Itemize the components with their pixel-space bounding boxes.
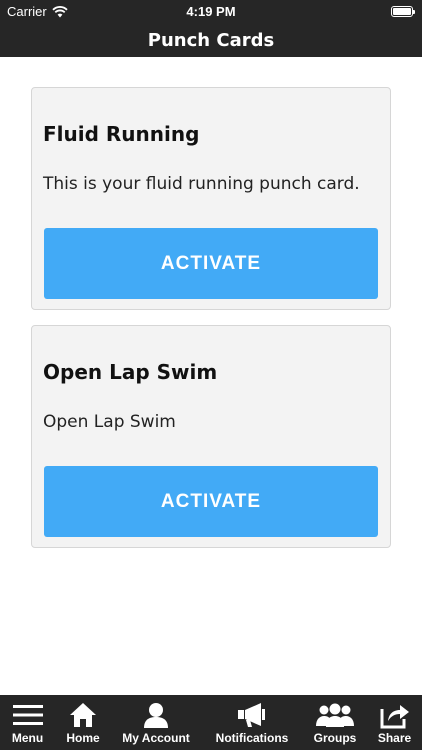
user-icon <box>142 701 170 729</box>
status-bar: Carrier 4:19 PM <box>0 0 422 24</box>
tab-label: Notifications <box>215 731 289 745</box>
tab-menu[interactable]: Menu <box>0 695 55 750</box>
battery-icon <box>391 6 415 17</box>
tab-label: Groups <box>313 731 357 745</box>
menu-icon <box>12 701 44 729</box>
tab-label: Share <box>377 731 412 745</box>
page-title: Punch Cards <box>147 30 275 51</box>
card-title: Fluid Running <box>43 122 200 146</box>
tab-home[interactable]: Home <box>55 695 111 750</box>
card-description: Open Lap Swim <box>43 412 176 432</box>
tab-share[interactable]: Share <box>367 695 422 750</box>
tab-my-account[interactable]: My Account <box>111 695 201 750</box>
punch-card: Open Lap Swim Open Lap Swim ACTIVATE <box>31 325 391 548</box>
card-title: Open Lap Swim <box>43 360 218 384</box>
tab-label: My Account <box>122 731 190 745</box>
tab-bar: Menu Home My Account Notifications Group… <box>0 695 422 750</box>
nav-bar: Punch Cards <box>0 24 422 57</box>
activate-button[interactable]: ACTIVATE <box>44 466 378 537</box>
main-content: Fluid Running This is your fluid running… <box>0 57 422 695</box>
activate-button[interactable]: ACTIVATE <box>44 228 378 299</box>
megaphone-icon <box>237 701 267 729</box>
groups-icon <box>315 701 355 729</box>
home-icon <box>69 701 97 729</box>
share-icon <box>379 701 411 729</box>
tab-label: Home <box>66 731 100 745</box>
tab-label: Menu <box>11 731 44 745</box>
punch-card: Fluid Running This is your fluid running… <box>31 87 391 310</box>
card-description: This is your fluid running punch card. <box>43 174 360 194</box>
tab-notifications[interactable]: Notifications <box>201 695 303 750</box>
status-time: 4:19 PM <box>186 4 236 19</box>
tab-groups[interactable]: Groups <box>303 695 367 750</box>
battery-fill <box>393 8 411 15</box>
